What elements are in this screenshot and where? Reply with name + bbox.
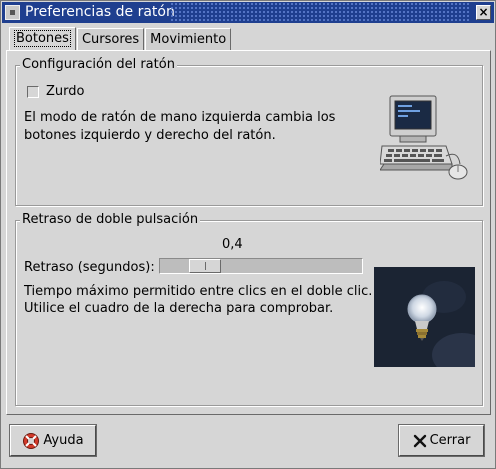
delay-slider-thumb[interactable] — [189, 259, 221, 273]
tab-bar: Botones Cursores Movimiento — [9, 27, 232, 50]
tab-cursores[interactable]: Cursores — [76, 28, 145, 50]
tab-botones-label: Botones — [14, 30, 71, 47]
window-menu-icon[interactable] — [5, 5, 20, 20]
left-handed-checkbox[interactable] — [27, 85, 39, 98]
mouse-config-title: Configuración del ratón — [20, 57, 177, 72]
double-click-test-area[interactable] — [374, 267, 475, 367]
title-bar[interactable]: Preferencias de ratón × — [2, 2, 494, 23]
left-handed-description-line2: botones izquierdo y derecho del ratón. — [24, 128, 276, 143]
delay-slider-label-text: Retraso (segundos): — [24, 260, 155, 275]
tab-cursores-label: Cursores — [81, 32, 140, 47]
delay-description-line2: Utilice el cuadro de la derecha para com… — [24, 301, 334, 316]
tab-movimiento[interactable]: Movimiento — [145, 28, 232, 50]
window-title: Preferencias de ratón — [25, 4, 175, 20]
close-button-label: Cerrar — [429, 433, 471, 448]
lightbulb-icon — [407, 281, 475, 367]
delay-slider[interactable] — [159, 258, 363, 274]
left-handed-description-line1: El modo de ratón de mano izquierda cambi… — [24, 110, 336, 125]
window-close-button[interactable]: × — [476, 5, 491, 20]
help-lifebuoy-icon — [23, 432, 40, 449]
mouse-config-frame: Configuración del ratón Zurdo El modo de… — [15, 57, 483, 206]
close-button[interactable]: Cerrar — [398, 424, 485, 457]
help-button[interactable]: Ayuda — [9, 424, 97, 457]
delay-value-label: 0,4 — [222, 237, 243, 252]
close-x-icon — [413, 434, 426, 447]
delay-description-line1: Tiempo máximo permitido entre clics en e… — [24, 284, 373, 299]
left-handed-label[interactable]: Zurdo — [46, 84, 84, 99]
double-click-title: Retraso de doble pulsación — [20, 212, 201, 227]
delay-slider-label: Retraso (segundos): — [24, 260, 155, 275]
computer-mouse-icon — [380, 95, 468, 180]
mouse-preferences-window: Preferencias de ratón × Botones Cursores… — [0, 0, 496, 469]
title-bar-pattern — [170, 2, 470, 23]
tab-movimiento-label: Movimiento — [150, 32, 227, 47]
left-handed-option[interactable]: Zurdo — [27, 84, 84, 99]
double-click-frame: Retraso de doble pulsación 0,4 Retraso (… — [15, 212, 483, 406]
tab-botones[interactable]: Botones — [9, 27, 76, 50]
help-button-label: Ayuda — [43, 433, 84, 448]
